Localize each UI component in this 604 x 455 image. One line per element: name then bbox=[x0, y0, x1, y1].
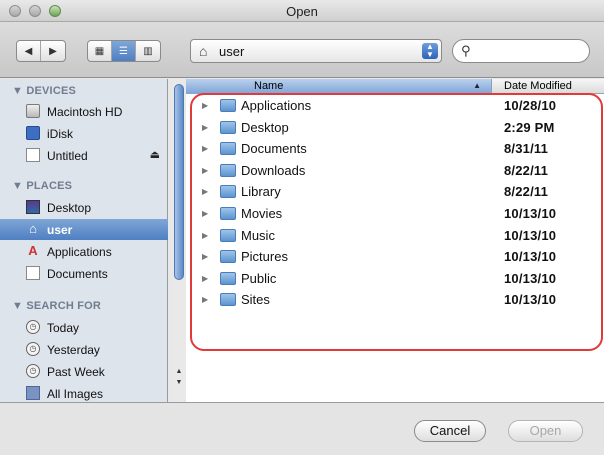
back-arrow-icon: ◀ bbox=[24, 45, 33, 57]
eject-icon[interactable]: ⏏ bbox=[150, 148, 160, 161]
external-drive-icon bbox=[26, 148, 40, 162]
hard-drive-icon bbox=[26, 104, 40, 118]
location-label: user bbox=[219, 44, 245, 59]
sidebar-item-label: Past Week bbox=[47, 365, 105, 379]
sidebar-item-untitled[interactable]: Untitled ⏏ bbox=[0, 145, 168, 166]
sidebar-item-label: user bbox=[47, 223, 73, 237]
home-icon: ⌂ bbox=[199, 43, 208, 59]
sidebar-item-yesterday[interactable]: ◷ Yesterday bbox=[0, 339, 168, 360]
sidebar-item-idisk[interactable]: iDisk bbox=[0, 123, 168, 144]
column-header-name-label: Name bbox=[254, 80, 284, 92]
icon-view-button[interactable]: ▦ bbox=[88, 41, 112, 61]
location-popup[interactable]: ⌂ user ▲ ▼ bbox=[190, 39, 442, 63]
sidebar-item-all-images[interactable]: All Images bbox=[0, 383, 168, 404]
icon-view-icon: ▦ bbox=[94, 45, 105, 57]
sidebar-item-macintosh-hd[interactable]: Macintosh HD bbox=[0, 101, 168, 122]
scroll-arrows-icon[interactable]: ▲ ▼ bbox=[173, 366, 185, 388]
dialog-button-bar: Cancel Open bbox=[0, 402, 604, 455]
column-header-name[interactable]: Name ▲ bbox=[186, 79, 492, 94]
column-view-icon: ▥ bbox=[143, 45, 153, 57]
idisk-icon bbox=[26, 126, 40, 140]
sidebar-item-label: Today bbox=[47, 321, 80, 335]
sidebar-item-label: All Images bbox=[47, 387, 104, 401]
sidebar-section-devices: ▼ DEVICES bbox=[12, 85, 77, 97]
sidebar-item-label: Documents bbox=[47, 267, 108, 281]
title-bar: Open bbox=[0, 0, 604, 22]
column-view-button[interactable]: ▥ bbox=[136, 41, 160, 61]
sidebar: ▼ DEVICES Macintosh HD iDisk Untitled ⏏ … bbox=[0, 79, 168, 402]
toolbar: ◀ ▶ ▦ ☰ ▥ ⌂ user ▲ ▼ ⚲ bbox=[0, 22, 604, 78]
forward-arrow-icon: ▶ bbox=[49, 45, 57, 57]
sidebar-section-search-for: ▼ SEARCH FOR bbox=[12, 300, 102, 312]
open-button[interactable]: Open bbox=[508, 420, 583, 442]
back-forward-control: ◀ ▶ bbox=[16, 40, 66, 62]
sidebar-item-applications[interactable]: A Applications bbox=[0, 241, 168, 262]
applications-icon: A bbox=[28, 243, 38, 258]
sidebar-item-label: Macintosh HD bbox=[47, 105, 123, 119]
forward-button[interactable]: ▶ bbox=[41, 41, 65, 61]
documents-icon bbox=[26, 266, 40, 280]
list-view-button[interactable]: ☰ bbox=[112, 41, 136, 61]
sidebar-item-label: Applications bbox=[47, 245, 112, 259]
highlight-annotation bbox=[190, 93, 603, 351]
column-header-row: Name ▲ Date Modified bbox=[186, 79, 604, 94]
sidebar-item-label: Desktop bbox=[47, 201, 92, 215]
popup-arrows-icon: ▲ ▼ bbox=[422, 43, 438, 59]
sidebar-item-documents[interactable]: Documents bbox=[0, 263, 168, 284]
sidebar-item-today[interactable]: ◷ Today bbox=[0, 317, 168, 338]
search-icon: ⚲ bbox=[461, 43, 471, 58]
sidebar-item-user[interactable]: ⌂ user bbox=[0, 219, 168, 240]
window-title: Open bbox=[286, 4, 318, 19]
sidebar-item-label: iDisk bbox=[47, 127, 73, 141]
sidebar-item-label: Yesterday bbox=[47, 343, 100, 357]
sort-ascending-icon: ▲ bbox=[473, 81, 481, 90]
back-button[interactable]: ◀ bbox=[17, 41, 41, 61]
sidebar-scroll-thumb[interactable] bbox=[174, 84, 184, 280]
column-header-date-modified[interactable]: Date Modified bbox=[504, 80, 572, 92]
clock-icon: ◷ bbox=[26, 342, 40, 356]
view-mode-control: ▦ ☰ ▥ bbox=[87, 40, 161, 62]
clock-icon: ◷ bbox=[26, 364, 40, 378]
desktop-icon bbox=[26, 200, 40, 214]
cancel-button[interactable]: Cancel bbox=[414, 420, 486, 442]
list-view-icon: ☰ bbox=[119, 45, 128, 57]
clock-icon: ◷ bbox=[26, 320, 40, 334]
images-icon bbox=[26, 386, 40, 400]
sidebar-section-places: ▼ PLACES bbox=[12, 180, 73, 192]
search-field[interactable]: ⚲ bbox=[452, 39, 590, 63]
sidebar-item-past-week[interactable]: ◷ Past Week bbox=[0, 361, 168, 382]
sidebar-item-desktop[interactable]: Desktop bbox=[0, 197, 168, 218]
home-icon: ⌂ bbox=[29, 221, 37, 236]
sidebar-item-label: Untitled bbox=[47, 149, 88, 163]
sidebar-scrollbar[interactable]: ▲ ▼ bbox=[173, 80, 185, 402]
